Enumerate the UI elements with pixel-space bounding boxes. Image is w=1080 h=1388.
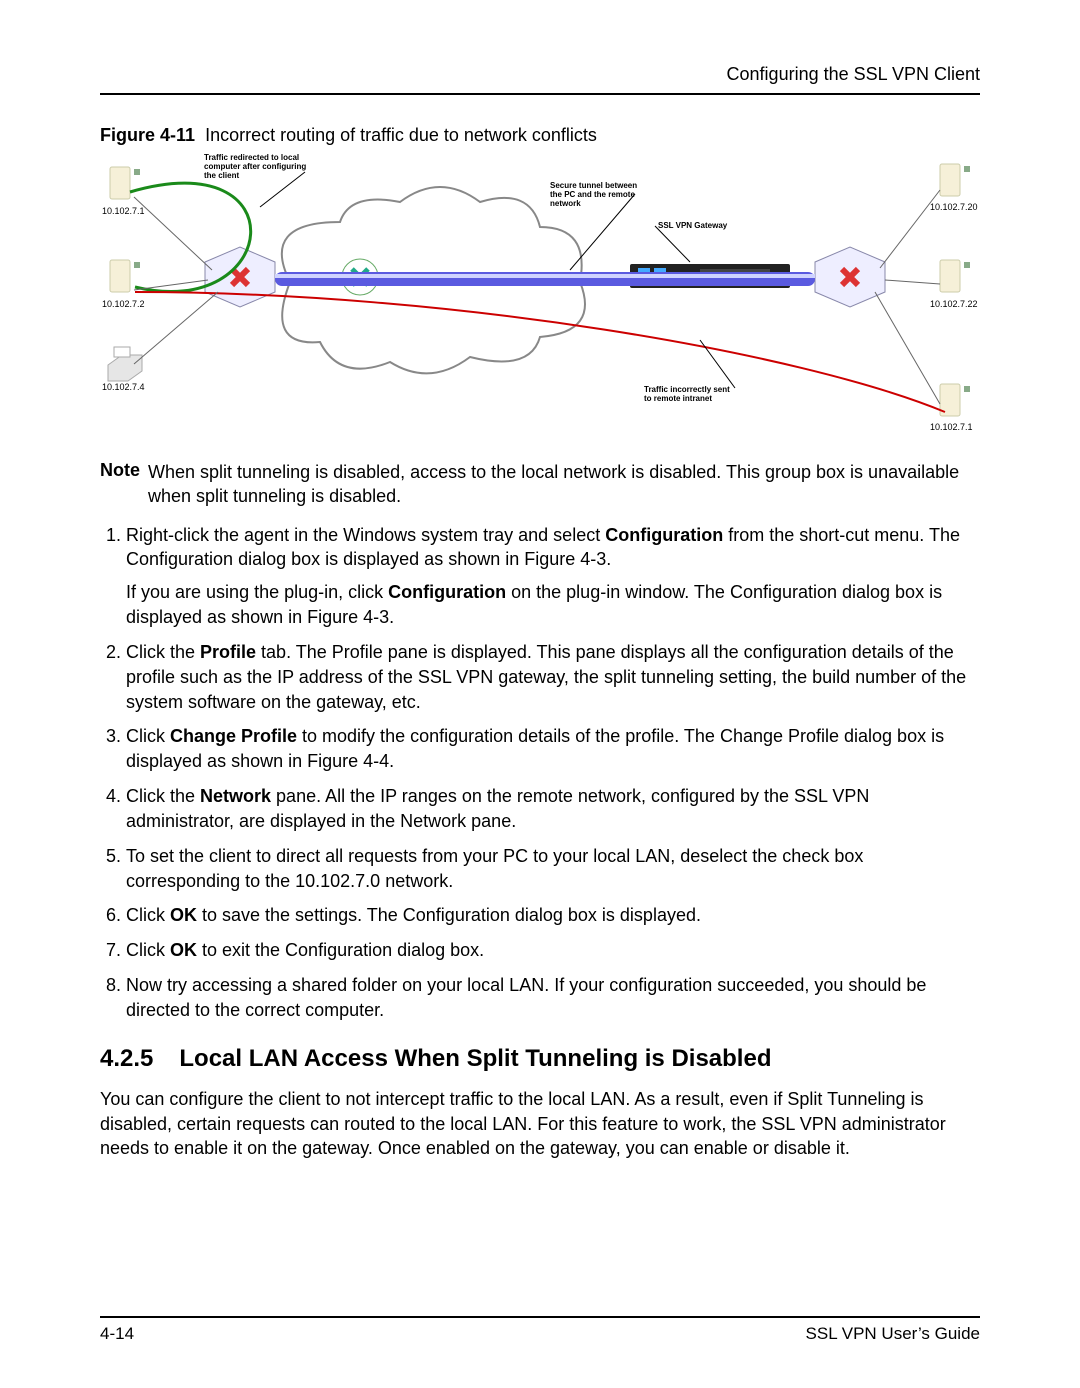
server-icon xyxy=(940,260,970,292)
anno-tunnel: Secure tunnel betweenthe PC and the remo… xyxy=(550,181,637,208)
section-body: You can configure the client to not inte… xyxy=(100,1087,980,1161)
step-item: Click the Network pane. All the IP range… xyxy=(126,784,980,834)
section-title: Local LAN Access When Split Tunneling is… xyxy=(179,1045,771,1072)
step-item: Click OK to exit the Configuration dialo… xyxy=(126,938,980,963)
step-item: Right-click the agent in the Windows sys… xyxy=(126,523,980,630)
figure-caption: Figure 4-11 Incorrect routing of traffic… xyxy=(100,125,980,146)
figure-caption-text: Incorrect routing of traffic due to netw… xyxy=(205,125,597,145)
step-item: Click the Profile tab. The Profile pane … xyxy=(126,640,980,714)
header-rule xyxy=(100,93,980,95)
anno-gateway: SSL VPN Gateway xyxy=(658,221,728,230)
page-footer: 4-14 SSL VPN User’s Guide xyxy=(100,1316,980,1344)
footer-page-number: 4-14 xyxy=(100,1324,134,1344)
note-block: Note When split tunneling is disabled, a… xyxy=(100,460,980,509)
note-label: Note xyxy=(100,460,140,509)
step-item: Now try accessing a shared folder on you… xyxy=(126,973,980,1023)
step-item: To set the client to direct all requests… xyxy=(126,844,980,894)
figure-label: Figure 4-11 xyxy=(100,125,195,145)
svg-text:10.102.7.4: 10.102.7.4 xyxy=(102,382,145,392)
step-item: Click Change Profile to modify the confi… xyxy=(126,724,980,774)
pc-icon xyxy=(110,167,140,199)
note-text: When split tunneling is disabled, access… xyxy=(148,460,980,509)
steps-list: Right-click the agent in the Windows sys… xyxy=(100,523,980,1023)
section-heading: 4.2.5 Local LAN Access When Split Tunneli… xyxy=(100,1045,980,1073)
server-icon xyxy=(940,164,970,196)
figure-diagram: Traffic redirected to localcomputer afte… xyxy=(100,152,980,442)
svg-text:10.102.7.2: 10.102.7.2 xyxy=(102,299,145,309)
section-number: 4.2.5 xyxy=(100,1045,153,1073)
footer-doc-title: SSL VPN User’s Guide xyxy=(806,1324,980,1344)
step-item: Click OK to save the settings. The Confi… xyxy=(126,903,980,928)
svg-text:10.102.7.20: 10.102.7.20 xyxy=(930,202,978,212)
running-header: Configuring the SSL VPN Client xyxy=(100,64,980,85)
svg-text:10.102.7.22: 10.102.7.22 xyxy=(930,299,978,309)
anno-wrong: Traffic incorrectly sentto remote intran… xyxy=(644,385,730,403)
printer-icon xyxy=(108,347,142,381)
anno-redirect: Traffic redirected to localcomputer afte… xyxy=(204,153,306,180)
svg-text:10.102.7.1: 10.102.7.1 xyxy=(930,422,973,432)
svg-text:10.102.7.1: 10.102.7.1 xyxy=(102,206,145,216)
